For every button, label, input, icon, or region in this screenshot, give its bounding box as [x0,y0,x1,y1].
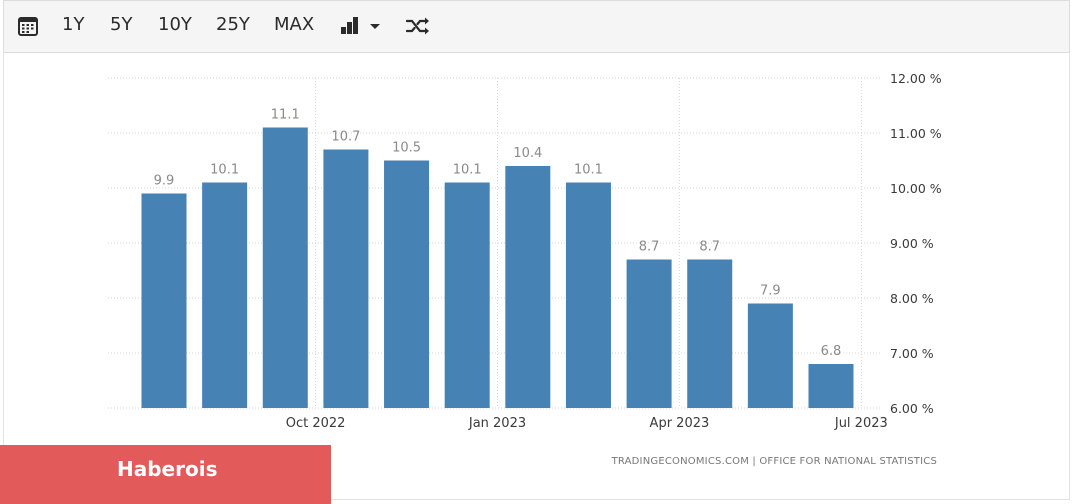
x-tick-label: Jul 2023 [834,416,888,431]
y-tick-label: 8.00 % [890,291,934,306]
x-tick-label: Oct 2022 [286,416,346,431]
bar [384,160,430,408]
y-tick-label: 9.00 % [890,236,934,251]
data-label: 10.7 [331,130,360,145]
source-label-text: Haberois [117,457,218,481]
bar [202,182,248,408]
data-label: 7.9 [760,284,781,299]
data-label: 10.1 [574,163,603,178]
bar [626,259,672,408]
data-label: 10.5 [392,141,421,156]
x-tick-label: Jan 2023 [468,416,526,431]
source-label-banner: Haberois [0,445,331,504]
data-label: 6.8 [821,344,842,359]
source-credit: TRADINGECONOMICS.COM | OFFICE FOR NATION… [611,456,937,467]
y-tick-label: 10.00 % [890,181,942,196]
bar [565,182,611,408]
y-tick-label: 6.00 % [890,401,934,416]
bar [687,259,733,408]
bar [444,182,490,408]
data-label: 10.1 [453,163,482,178]
data-label: 8.7 [699,240,720,255]
y-tick-label: 11.00 % [890,126,942,141]
bar [505,166,551,408]
x-tick-label: Apr 2023 [650,416,710,431]
y-tick-label: 12.00 % [890,71,942,86]
bar [808,364,854,408]
data-label: 11.1 [271,108,300,123]
y-tick-label: 7.00 % [890,346,934,361]
data-label: 8.7 [639,240,660,255]
bar [747,303,793,408]
bar [141,193,187,408]
data-label: 10.1 [210,163,239,178]
bar-chart: 6.00 % 7.00 % 8.00 % 9.00 % 10.00 % 11.00 % 12… [108,71,942,467]
bar [323,149,369,408]
data-label: 9.9 [154,174,175,189]
bar [262,127,308,408]
data-label: 10.4 [513,146,542,161]
